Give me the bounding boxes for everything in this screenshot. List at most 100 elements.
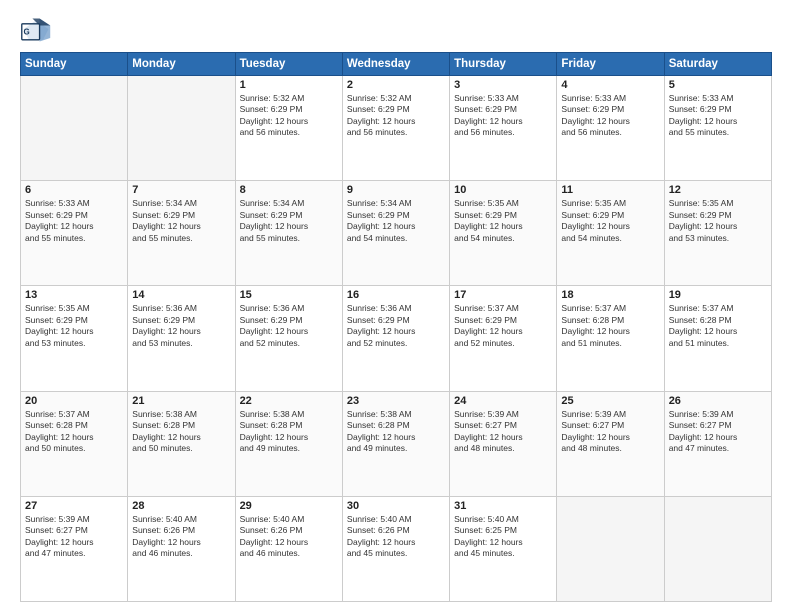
day-number: 17: [454, 289, 552, 301]
day-number: 15: [240, 289, 338, 301]
day-cell: 20 Sunrise: 5:37 AMSunset: 6:28 PMDayligh…: [21, 391, 128, 496]
day-cell: [128, 76, 235, 181]
day-cell: 25 Sunrise: 5:39 AMSunset: 6:27 PMDayligh…: [557, 391, 664, 496]
day-number: 11: [561, 184, 659, 196]
week-row-5: 27 Sunrise: 5:39 AMSunset: 6:27 PMDayligh…: [21, 496, 772, 601]
day-info: Sunrise: 5:36 AMSunset: 6:29 PMDaylight:…: [240, 303, 338, 349]
day-info: Sunrise: 5:35 AMSunset: 6:29 PMDaylight:…: [669, 198, 767, 244]
day-cell: 27 Sunrise: 5:39 AMSunset: 6:27 PMDayligh…: [21, 496, 128, 601]
logo: G: [20, 16, 56, 44]
weekday-saturday: Saturday: [664, 53, 771, 76]
day-cell: 18 Sunrise: 5:37 AMSunset: 6:28 PMDayligh…: [557, 286, 664, 391]
day-info: Sunrise: 5:35 AMSunset: 6:29 PMDaylight:…: [25, 303, 123, 349]
day-info: Sunrise: 5:34 AMSunset: 6:29 PMDaylight:…: [240, 198, 338, 244]
day-number: 2: [347, 79, 445, 91]
day-info: Sunrise: 5:33 AMSunset: 6:29 PMDaylight:…: [454, 93, 552, 139]
day-cell: 26 Sunrise: 5:39 AMSunset: 6:27 PMDayligh…: [664, 391, 771, 496]
day-info: Sunrise: 5:40 AMSunset: 6:26 PMDaylight:…: [347, 514, 445, 560]
day-number: 14: [132, 289, 230, 301]
day-info: Sunrise: 5:34 AMSunset: 6:29 PMDaylight:…: [347, 198, 445, 244]
day-info: Sunrise: 5:32 AMSunset: 6:29 PMDaylight:…: [347, 93, 445, 139]
weekday-thursday: Thursday: [450, 53, 557, 76]
day-cell: 11 Sunrise: 5:35 AMSunset: 6:29 PMDayligh…: [557, 181, 664, 286]
day-cell: 21 Sunrise: 5:38 AMSunset: 6:28 PMDayligh…: [128, 391, 235, 496]
day-number: 12: [669, 184, 767, 196]
day-cell: 7Sunrise: 5:34 AMSunset: 6:29 PMDaylight…: [128, 181, 235, 286]
day-number: 20: [25, 395, 123, 407]
day-number: 25: [561, 395, 659, 407]
weekday-sunday: Sunday: [21, 53, 128, 76]
day-cell: 16Sunrise: 5:36 AMSunset: 6:29 PMDayligh…: [342, 286, 449, 391]
day-info: Sunrise: 5:37 AMSunset: 6:28 PMDaylight:…: [25, 409, 123, 455]
day-number: 27: [25, 500, 123, 512]
day-number: 26: [669, 395, 767, 407]
day-info: Sunrise: 5:38 AMSunset: 6:28 PMDaylight:…: [132, 409, 230, 455]
day-cell: 19Sunrise: 5:37 AMSunset: 6:28 PMDayligh…: [664, 286, 771, 391]
day-number: 24: [454, 395, 552, 407]
day-number: 10: [454, 184, 552, 196]
day-number: 30: [347, 500, 445, 512]
day-info: Sunrise: 5:39 AMSunset: 6:27 PMDaylight:…: [669, 409, 767, 455]
day-info: Sunrise: 5:39 AMSunset: 6:27 PMDaylight:…: [454, 409, 552, 455]
day-cell: [664, 496, 771, 601]
day-number: 1: [240, 79, 338, 91]
day-info: Sunrise: 5:33 AMSunset: 6:29 PMDaylight:…: [25, 198, 123, 244]
day-info: Sunrise: 5:39 AMSunset: 6:27 PMDaylight:…: [561, 409, 659, 455]
day-number: 21: [132, 395, 230, 407]
week-row-2: 6Sunrise: 5:33 AMSunset: 6:29 PMDaylight…: [21, 181, 772, 286]
day-info: Sunrise: 5:35 AMSunset: 6:29 PMDaylight:…: [454, 198, 552, 244]
day-cell: 13 Sunrise: 5:35 AMSunset: 6:29 PMDayligh…: [21, 286, 128, 391]
day-cell: 5 Sunrise: 5:33 AMSunset: 6:29 PMDaylight…: [664, 76, 771, 181]
week-row-3: 13 Sunrise: 5:35 AMSunset: 6:29 PMDayligh…: [21, 286, 772, 391]
day-cell: 22 Sunrise: 5:38 AMSunset: 6:28 PMDayligh…: [235, 391, 342, 496]
page: G SundayMondayTuesdayWednesdayThursdayFr…: [0, 0, 792, 612]
day-number: 13: [25, 289, 123, 301]
day-cell: 29 Sunrise: 5:40 AMSunset: 6:26 PMDayligh…: [235, 496, 342, 601]
day-info: Sunrise: 5:32 AMSunset: 6:29 PMDaylight:…: [240, 93, 338, 139]
day-number: 3: [454, 79, 552, 91]
day-cell: 30 Sunrise: 5:40 AMSunset: 6:26 PMDayligh…: [342, 496, 449, 601]
day-cell: 10 Sunrise: 5:35 AMSunset: 6:29 PMDayligh…: [450, 181, 557, 286]
weekday-wednesday: Wednesday: [342, 53, 449, 76]
day-number: 22: [240, 395, 338, 407]
day-info: Sunrise: 5:39 AMSunset: 6:27 PMDaylight:…: [25, 514, 123, 560]
day-cell: 2 Sunrise: 5:32 AMSunset: 6:29 PMDaylight…: [342, 76, 449, 181]
day-cell: 8Sunrise: 5:34 AMSunset: 6:29 PMDaylight…: [235, 181, 342, 286]
day-info: Sunrise: 5:40 AMSunset: 6:25 PMDaylight:…: [454, 514, 552, 560]
day-cell: [557, 496, 664, 601]
day-cell: 3 Sunrise: 5:33 AMSunset: 6:29 PMDaylight…: [450, 76, 557, 181]
weekday-monday: Monday: [128, 53, 235, 76]
week-row-4: 20 Sunrise: 5:37 AMSunset: 6:28 PMDayligh…: [21, 391, 772, 496]
weekday-tuesday: Tuesday: [235, 53, 342, 76]
day-cell: 4Sunrise: 5:33 AMSunset: 6:29 PMDaylight…: [557, 76, 664, 181]
week-row-1: 1 Sunrise: 5:32 AMSunset: 6:29 PMDaylight…: [21, 76, 772, 181]
day-cell: 9 Sunrise: 5:34 AMSunset: 6:29 PMDaylight…: [342, 181, 449, 286]
day-number: 18: [561, 289, 659, 301]
svg-text:G: G: [24, 27, 30, 36]
day-cell: 17Sunrise: 5:37 AMSunset: 6:29 PMDayligh…: [450, 286, 557, 391]
day-cell: 31Sunrise: 5:40 AMSunset: 6:25 PMDayligh…: [450, 496, 557, 601]
day-info: Sunrise: 5:35 AMSunset: 6:29 PMDaylight:…: [561, 198, 659, 244]
day-number: 28: [132, 500, 230, 512]
day-number: 5: [669, 79, 767, 91]
day-number: 19: [669, 289, 767, 301]
day-number: 16: [347, 289, 445, 301]
day-cell: 12 Sunrise: 5:35 AMSunset: 6:29 PMDayligh…: [664, 181, 771, 286]
weekday-header-row: SundayMondayTuesdayWednesdayThursdayFrid…: [21, 53, 772, 76]
day-info: Sunrise: 5:34 AMSunset: 6:29 PMDaylight:…: [132, 198, 230, 244]
day-info: Sunrise: 5:38 AMSunset: 6:28 PMDaylight:…: [347, 409, 445, 455]
day-info: Sunrise: 5:37 AMSunset: 6:28 PMDaylight:…: [561, 303, 659, 349]
day-cell: 23 Sunrise: 5:38 AMSunset: 6:28 PMDayligh…: [342, 391, 449, 496]
day-info: Sunrise: 5:40 AMSunset: 6:26 PMDaylight:…: [240, 514, 338, 560]
day-info: Sunrise: 5:36 AMSunset: 6:29 PMDaylight:…: [132, 303, 230, 349]
day-cell: 28Sunrise: 5:40 AMSunset: 6:26 PMDayligh…: [128, 496, 235, 601]
day-cell: [21, 76, 128, 181]
day-number: 29: [240, 500, 338, 512]
day-cell: 1 Sunrise: 5:32 AMSunset: 6:29 PMDaylight…: [235, 76, 342, 181]
day-number: 23: [347, 395, 445, 407]
day-info: Sunrise: 5:38 AMSunset: 6:28 PMDaylight:…: [240, 409, 338, 455]
day-number: 9: [347, 184, 445, 196]
day-info: Sunrise: 5:33 AMSunset: 6:29 PMDaylight:…: [669, 93, 767, 139]
weekday-friday: Friday: [557, 53, 664, 76]
day-cell: 14 Sunrise: 5:36 AMSunset: 6:29 PMDayligh…: [128, 286, 235, 391]
